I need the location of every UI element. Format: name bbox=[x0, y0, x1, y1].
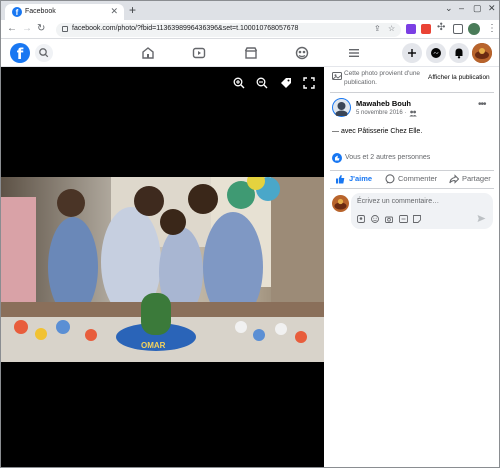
home-icon[interactable] bbox=[140, 45, 156, 61]
back-icon[interactable]: ← bbox=[7, 23, 17, 35]
comment-box[interactable]: Écrivez un commentaire… bbox=[351, 193, 493, 229]
reactions-summary[interactable]: Vous et 2 autres personnes bbox=[345, 154, 430, 161]
comment-label: Commenter bbox=[398, 174, 438, 183]
profile-avatar[interactable] bbox=[468, 23, 480, 35]
post-caption: — avec Pâtisserie Chez Elle. bbox=[332, 128, 422, 135]
groups-icon[interactable] bbox=[294, 45, 310, 61]
divider bbox=[330, 92, 494, 93]
fullscreen-icon[interactable] bbox=[303, 77, 315, 89]
facebook-logo[interactable]: f bbox=[10, 43, 30, 63]
menu-icon[interactable] bbox=[346, 45, 362, 61]
chevron-down-icon[interactable]: ⌄ bbox=[445, 3, 453, 14]
photo-notice-icon bbox=[332, 72, 342, 80]
caption-suffix: . bbox=[420, 128, 423, 135]
facebook-header: f bbox=[1, 39, 499, 67]
share-button[interactable]: Partager bbox=[448, 172, 496, 186]
facebook-favicon-icon: f bbox=[12, 7, 22, 17]
share-page-icon[interactable]: ⇪ bbox=[374, 24, 381, 33]
tab-close-icon[interactable]: ✕ bbox=[110, 6, 118, 17]
tagged-page-link[interactable]: Pâtisserie Chez Elle bbox=[358, 128, 421, 135]
photo-image: OMAR bbox=[1, 177, 324, 420]
more-options-icon[interactable]: ••• bbox=[478, 99, 486, 110]
avatar-image bbox=[472, 43, 492, 63]
view-post-link[interactable]: Afficher la publication bbox=[428, 74, 490, 81]
gif-icon[interactable] bbox=[399, 215, 408, 223]
search-icon bbox=[39, 48, 49, 58]
notice-line-2: publication. bbox=[344, 79, 377, 86]
sticker-icon[interactable] bbox=[413, 215, 421, 223]
photo-viewer: OMAR bbox=[1, 67, 324, 467]
tag-icon[interactable] bbox=[280, 77, 292, 89]
notice-line-1: Cette photo provient d'une bbox=[344, 70, 421, 77]
search-button[interactable] bbox=[35, 44, 53, 62]
emoji-icon[interactable] bbox=[371, 215, 379, 223]
menu-dots-icon[interactable]: ⋮ bbox=[487, 23, 497, 35]
avatar-sticker-icon[interactable] bbox=[357, 215, 365, 223]
tab-strip: f Facebook ✕ + ⌄ – ▢ ✕ bbox=[1, 1, 499, 21]
tab-facebook[interactable]: f Facebook ✕ bbox=[5, 4, 124, 21]
divider bbox=[330, 170, 494, 171]
url-text: facebook.com/photo/?fbid=113639899643639… bbox=[72, 25, 299, 32]
bookmark-star-icon[interactable]: ☆ bbox=[388, 24, 395, 33]
browser-window: f Facebook ✕ + ⌄ – ▢ ✕ ← → ↻ facebook.co… bbox=[0, 0, 500, 468]
lock-icon bbox=[62, 26, 68, 32]
zoom-out-icon[interactable] bbox=[256, 77, 268, 89]
extensions-puzzle-icon[interactable]: ✣ bbox=[437, 22, 445, 34]
forward-icon[interactable]: → bbox=[22, 23, 32, 35]
post-photo[interactable]: OMAR bbox=[1, 177, 324, 420]
post-date[interactable]: 5 novembre 2016 · bbox=[356, 110, 406, 116]
reload-icon[interactable]: ↻ bbox=[37, 23, 45, 35]
close-window-icon[interactable]: ✕ bbox=[488, 3, 496, 14]
create-button[interactable] bbox=[402, 43, 422, 63]
side-panel-icon[interactable] bbox=[453, 24, 463, 34]
messenger-icon bbox=[431, 48, 441, 58]
send-icon[interactable] bbox=[477, 214, 486, 223]
post-details-panel: Cette photo provient d'une publication. … bbox=[324, 67, 499, 467]
author-avatar-image bbox=[333, 99, 350, 118]
cake-text: OMAR bbox=[141, 341, 166, 350]
author-name[interactable]: Mawaheb Bouh bbox=[356, 99, 411, 108]
thumbs-up-icon bbox=[336, 175, 345, 184]
like-reaction-icon bbox=[332, 153, 342, 163]
comment-button[interactable]: Commenter bbox=[384, 172, 444, 186]
bell-icon bbox=[455, 48, 463, 59]
share-label: Partager bbox=[462, 174, 491, 183]
tab-title: Facebook bbox=[25, 8, 56, 15]
video-icon[interactable] bbox=[191, 45, 207, 61]
browser-toolbar: ← → ↻ facebook.com/photo/?fbid=113639899… bbox=[1, 20, 499, 39]
marketplace-icon[interactable] bbox=[243, 45, 259, 61]
like-label: J'aime bbox=[349, 174, 373, 183]
commenter-avatar-image bbox=[332, 195, 349, 212]
share-icon bbox=[449, 174, 459, 184]
comment-input[interactable]: Écrivez un commentaire… bbox=[357, 198, 439, 205]
minimize-icon[interactable]: – bbox=[459, 3, 464, 13]
commenter-avatar[interactable] bbox=[332, 195, 349, 212]
like-button[interactable]: J'aime bbox=[332, 172, 384, 186]
maximize-icon[interactable]: ▢ bbox=[473, 3, 482, 14]
account-avatar[interactable] bbox=[472, 43, 492, 63]
camera-icon[interactable] bbox=[385, 215, 393, 223]
author-avatar[interactable] bbox=[332, 98, 351, 118]
divider bbox=[330, 188, 494, 189]
extension-icon[interactable] bbox=[421, 24, 431, 34]
address-bar[interactable]: facebook.com/photo/?fbid=113639899643639… bbox=[56, 23, 401, 37]
messenger-button[interactable] bbox=[426, 43, 446, 63]
caption-prefix: — avec bbox=[332, 128, 356, 135]
extension-icon[interactable] bbox=[406, 24, 416, 34]
new-tab-icon[interactable]: + bbox=[129, 4, 136, 16]
zoom-in-icon[interactable] bbox=[233, 77, 245, 89]
comment-icon bbox=[385, 174, 395, 184]
plus-icon bbox=[408, 49, 416, 57]
notifications-button[interactable] bbox=[449, 43, 469, 63]
friends-audience-icon bbox=[409, 110, 417, 117]
